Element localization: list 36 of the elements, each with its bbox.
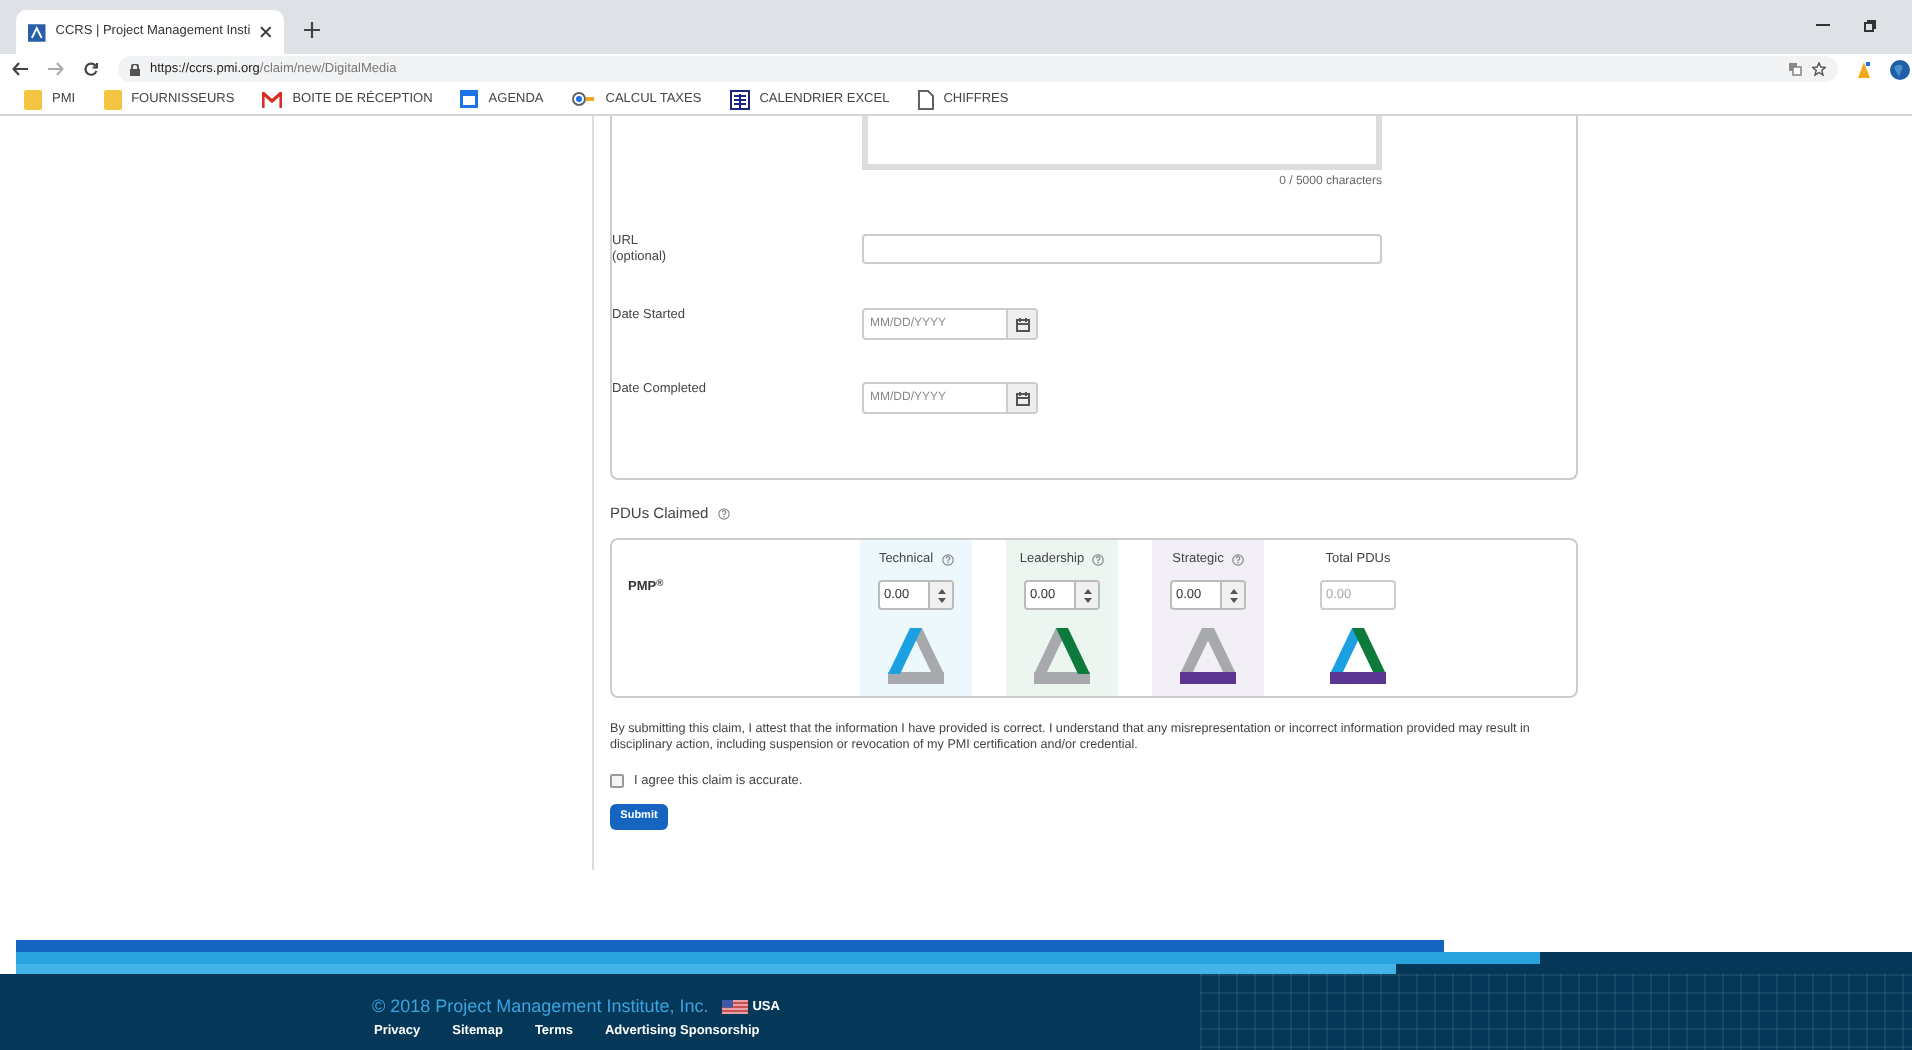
flag-icon <box>722 1000 749 1015</box>
lock-icon <box>130 63 140 75</box>
help-icon[interactable] <box>718 508 731 520</box>
calendar-icon[interactable] <box>1015 391 1029 405</box>
spinner-arrows-icon[interactable] <box>937 587 945 603</box>
reload-icon[interactable] <box>84 62 98 76</box>
star-icon[interactable] <box>1812 62 1826 76</box>
help-icon[interactable] <box>941 554 954 566</box>
calendar-icon <box>460 90 479 108</box>
profile-icon[interactable] <box>1890 59 1910 79</box>
extension-icon[interactable] <box>1858 61 1870 77</box>
folder-icon <box>103 89 122 109</box>
new-tab-icon[interactable] <box>304 22 320 38</box>
triangle-logo <box>1328 624 1388 686</box>
triangle-logo <box>1032 624 1092 686</box>
back-icon[interactable] <box>12 62 28 76</box>
favicon-icon <box>28 23 46 41</box>
agree-checkbox[interactable] <box>610 774 624 789</box>
calendar-icon[interactable] <box>1015 317 1029 331</box>
help-icon[interactable] <box>1092 554 1105 566</box>
mail-icon <box>262 91 283 107</box>
triangle-logo <box>886 624 946 686</box>
toggle-icon <box>571 92 596 106</box>
translate-icon[interactable] <box>1788 62 1802 76</box>
folder-icon <box>24 89 42 109</box>
close-icon[interactable] <box>260 26 272 38</box>
spreadsheet-icon <box>729 89 750 109</box>
spinner-arrows-icon[interactable] <box>1083 587 1091 603</box>
restore-icon[interactable] <box>1864 20 1876 32</box>
page-icon <box>917 89 934 109</box>
spinner-arrows-icon[interactable] <box>1229 587 1237 603</box>
copyright-text: © 2018 Project Management Institute, Inc. <box>372 994 709 1020</box>
url-field[interactable] <box>862 234 1382 264</box>
help-icon[interactable] <box>1231 554 1244 566</box>
minimize-icon[interactable] <box>1816 24 1830 28</box>
triangle-logo <box>1178 624 1238 686</box>
